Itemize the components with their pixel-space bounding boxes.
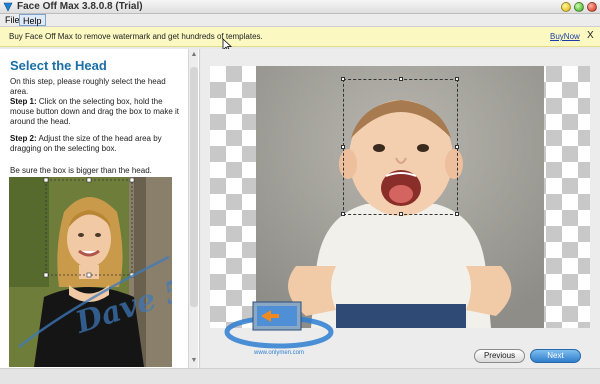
step2-text: Step 2: Adjust the size of the head area… — [10, 134, 182, 154]
next-button[interactable]: Next — [530, 349, 581, 363]
trial-banner: Buy Face Off Max to remove watermark and… — [0, 27, 600, 47]
banner-close-button[interactable]: X — [587, 30, 594, 41]
step1-text: Step 1: Click on the selecting box, hold… — [10, 97, 182, 127]
menu-help[interactable]: Help — [19, 14, 46, 26]
resize-handle-bottom-left[interactable] — [341, 212, 345, 216]
maximize-button[interactable] — [574, 2, 584, 12]
scroll-up-arrow-icon[interactable]: ▲ — [190, 51, 198, 59]
head-selection-box[interactable] — [341, 77, 459, 216]
window-title: Face Off Max 3.8.0.8 (Trial) — [17, 1, 143, 12]
instructions-scrollbar[interactable]: ▲ ▼ — [188, 49, 198, 368]
minimize-button[interactable] — [561, 2, 571, 12]
note-text: Be sure the box is bigger than the head. — [10, 166, 152, 175]
scroll-thumb[interactable] — [190, 67, 198, 307]
resize-handle-top[interactable] — [399, 77, 403, 81]
status-bar — [0, 368, 600, 384]
menu-bar: File Help — [0, 14, 600, 27]
buy-now-link[interactable]: BuyNow — [550, 32, 580, 41]
logo-url: www.onlymen.com — [253, 350, 304, 356]
photo-canvas[interactable] — [210, 66, 590, 328]
watermark-logo: www.onlymen.com — [224, 301, 334, 356]
resize-handle-bottom[interactable] — [399, 212, 403, 216]
resize-handle-left[interactable] — [341, 145, 345, 149]
editor-panel: www.onlymen.com Previous Next — [201, 49, 600, 368]
previous-button[interactable]: Previous — [474, 349, 525, 363]
resize-handle-right[interactable] — [455, 145, 459, 149]
resize-handle-bottom-right[interactable] — [455, 212, 459, 216]
close-window-button[interactable] — [587, 2, 597, 12]
resize-handle-top-left[interactable] — [341, 77, 345, 81]
resize-handle-top-right[interactable] — [455, 77, 459, 81]
step1-label: Step 1: — [10, 97, 37, 106]
faceoff-logo-icon — [3, 2, 13, 12]
instructions-panel: Select the Head On this step, please rou… — [0, 49, 200, 368]
step2-label: Step 2: — [10, 134, 37, 143]
scroll-down-arrow-icon[interactable]: ▼ — [190, 357, 198, 365]
step-title: Select the Head — [10, 58, 107, 73]
sample-image: Dave 5 — [9, 177, 172, 367]
intro-text: On this step, please roughly select the … — [10, 77, 166, 96]
title-bar: Face Off Max 3.8.0.8 (Trial) — [0, 0, 600, 14]
